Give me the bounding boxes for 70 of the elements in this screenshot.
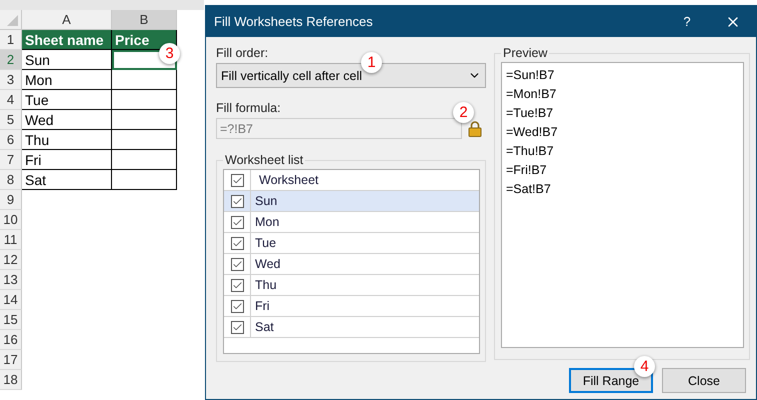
- row-header[interactable]: 3: [0, 70, 22, 90]
- checkbox[interactable]: [230, 194, 244, 208]
- item-label: Mon: [254, 214, 280, 231]
- row-header[interactable]: 13: [0, 270, 22, 290]
- row-header[interactable]: 18: [0, 370, 22, 390]
- window-title: Fill Worksheets References: [214, 14, 374, 29]
- preview-line: =Tue!B7: [506, 105, 554, 122]
- checkbox[interactable]: [230, 258, 244, 270]
- table-cell: Sat: [22, 170, 112, 190]
- row-header[interactable]: 11: [0, 230, 22, 250]
- triangle-icon: [5, 13, 19, 27]
- list-item[interactable]: Wed: [224, 254, 479, 275]
- item-label: Tue: [254, 235, 276, 252]
- table-cell: Wed: [22, 110, 112, 130]
- item-label: Wed: [254, 256, 280, 273]
- checkbox[interactable]: [230, 236, 244, 250]
- preview-line: =Wed!B7: [506, 124, 559, 141]
- field-label: Fill formula:: [216, 101, 281, 115]
- preview-line: =Thu!B7: [506, 143, 555, 160]
- row-header[interactable]: 17: [0, 350, 22, 370]
- item-label: Thu: [254, 277, 277, 294]
- table-cell: Fri: [22, 150, 112, 170]
- preview-line: =Fri!B7: [506, 162, 548, 179]
- column-header: Worksheet: [258, 172, 319, 189]
- row-header[interactable]: 12: [0, 250, 22, 270]
- list-item[interactable]: Mon: [224, 212, 479, 233]
- row-header[interactable]: 14: [0, 290, 22, 310]
- checkbox[interactable]: [230, 320, 244, 334]
- column-header[interactable]: B: [112, 10, 177, 30]
- row-header[interactable]: 15: [0, 310, 22, 330]
- group-title: Worksheet list: [224, 153, 304, 167]
- row-header[interactable]: 8: [0, 170, 22, 190]
- column-header[interactable]: A: [22, 10, 112, 30]
- row-header[interactable]: 5: [0, 110, 22, 130]
- item-label: Sat: [254, 319, 274, 336]
- callout-badge: 2: [453, 102, 474, 123]
- item-label: Fri: [254, 298, 270, 315]
- field-label: Fill order:: [216, 46, 268, 60]
- help-button[interactable]: ?: [664, 6, 710, 37]
- preview-line: =Sun!B7: [506, 67, 556, 84]
- preview-line: =Sat!B7: [506, 181, 552, 198]
- item-label: Sun: [254, 193, 278, 210]
- table-cell: Tue: [22, 90, 112, 110]
- checkbox[interactable]: [230, 300, 244, 312]
- close-dialog-button[interactable]: Close: [662, 368, 746, 393]
- callout-badge: 4: [634, 356, 655, 377]
- list-item[interactable]: Sat: [224, 317, 479, 338]
- table-cell: Sheet name: [22, 30, 112, 50]
- row-header[interactable]: 2: [0, 50, 22, 70]
- row-header[interactable]: 10: [0, 210, 22, 230]
- row-header[interactable]: 4: [0, 90, 22, 110]
- row-header[interactable]: 1: [0, 30, 22, 50]
- list-item[interactable]: Thu: [224, 275, 479, 296]
- table-cell: Sun: [22, 50, 112, 70]
- group-title: Preview: [502, 46, 548, 60]
- table-cell: Mon: [22, 70, 112, 90]
- row-header[interactable]: 16: [0, 330, 22, 350]
- list-item[interactable]: Tue: [224, 233, 479, 254]
- list-item[interactable]: Sun: [224, 191, 479, 212]
- callout-badge: 1: [361, 52, 382, 73]
- list-item[interactable]: Fri: [224, 296, 479, 317]
- lock-icon: [468, 120, 482, 136]
- checkbox[interactable]: [230, 174, 244, 186]
- preview-line: =Mon!B7: [506, 86, 558, 103]
- row-header[interactable]: 9: [0, 190, 22, 210]
- row-header[interactable]: 6: [0, 130, 22, 150]
- row-header[interactable]: 7: [0, 150, 22, 170]
- checkbox[interactable]: [230, 278, 244, 292]
- checkbox[interactable]: [230, 216, 244, 228]
- table-cell: Thu: [22, 130, 112, 150]
